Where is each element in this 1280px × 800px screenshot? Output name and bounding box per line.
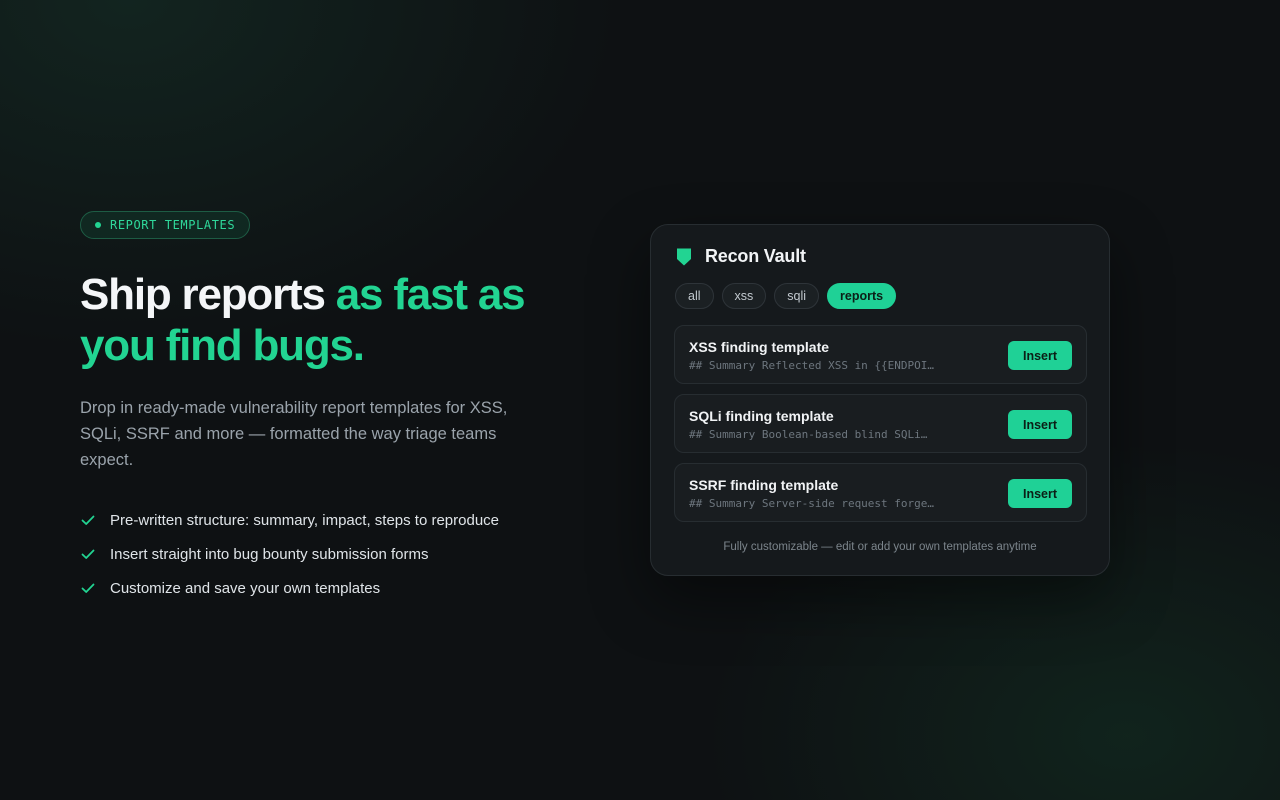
panel-title: Recon Vault	[705, 246, 806, 266]
hero-section: REPORT TEMPLATES Ship reports as fast as…	[80, 211, 560, 605]
headline-accent-2: you find bugs.	[80, 321, 365, 370]
headline-plain: Ship reports	[80, 270, 336, 319]
filter-chip-xss[interactable]: xss	[721, 283, 767, 309]
template-item: SSRF finding template ## Summary Server-…	[674, 463, 1087, 522]
headline-accent-1: as fast as	[335, 270, 526, 319]
filter-chip-reports[interactable]: reports	[827, 283, 897, 309]
template-item: XSS finding template ## Summary Reflecte…	[674, 325, 1087, 384]
template-panel: Recon Vault all xss sqli reports XSS fin…	[650, 224, 1110, 576]
insert-button[interactable]: Insert	[1008, 410, 1072, 439]
check-icon	[80, 580, 96, 596]
check-icon	[80, 512, 96, 528]
filter-chip-sqli[interactable]: sqli	[774, 283, 820, 309]
insert-button[interactable]: Insert	[1008, 341, 1072, 370]
template-preview: ## Summary Server-side request forge…	[689, 497, 935, 510]
feature-text: Pre-written structure: summary, impact, …	[110, 511, 500, 529]
panel-header: Recon Vault	[675, 246, 806, 267]
feature-list: Pre-written structure: summary, impact, …	[80, 503, 560, 605]
badge-label: REPORT TEMPLATES	[110, 218, 236, 232]
insert-button[interactable]: Insert	[1008, 479, 1072, 508]
template-name: XSS finding template	[689, 339, 830, 355]
template-preview: ## Summary Boolean-based blind SQLi…	[689, 428, 928, 441]
lead-paragraph: Drop in ready-made vulnerability report …	[80, 399, 508, 469]
feature-item: Pre-written structure: summary, impact, …	[80, 503, 560, 537]
feature-text: Customize and save your own templates	[110, 579, 381, 597]
shield-icon	[675, 247, 693, 267]
template-name: SQLi finding template	[689, 408, 834, 424]
feature-text: Insert straight into bug bounty submissi…	[110, 545, 429, 563]
feature-item: Customize and save your own templates	[80, 571, 560, 605]
headline: Ship reports as fast as you find bugs.	[80, 269, 560, 371]
filter-chips: all xss sqli reports	[675, 283, 897, 309]
template-item: SQLi finding template ## Summary Boolean…	[674, 394, 1087, 453]
feature-item: Insert straight into bug bounty submissi…	[80, 537, 560, 571]
check-icon	[80, 546, 96, 562]
panel-footer-note: Fully customizable — edit or add your ow…	[723, 541, 1037, 553]
filter-chip-all[interactable]: all	[675, 283, 714, 309]
template-list: XSS finding template ## Summary Reflecte…	[674, 325, 1087, 532]
template-name: SSRF finding template	[689, 477, 839, 493]
template-preview: ## Summary Reflected XSS in {{ENDPOI…	[689, 359, 935, 372]
section-badge: REPORT TEMPLATES	[80, 211, 251, 239]
badge-dot-icon	[95, 222, 101, 228]
